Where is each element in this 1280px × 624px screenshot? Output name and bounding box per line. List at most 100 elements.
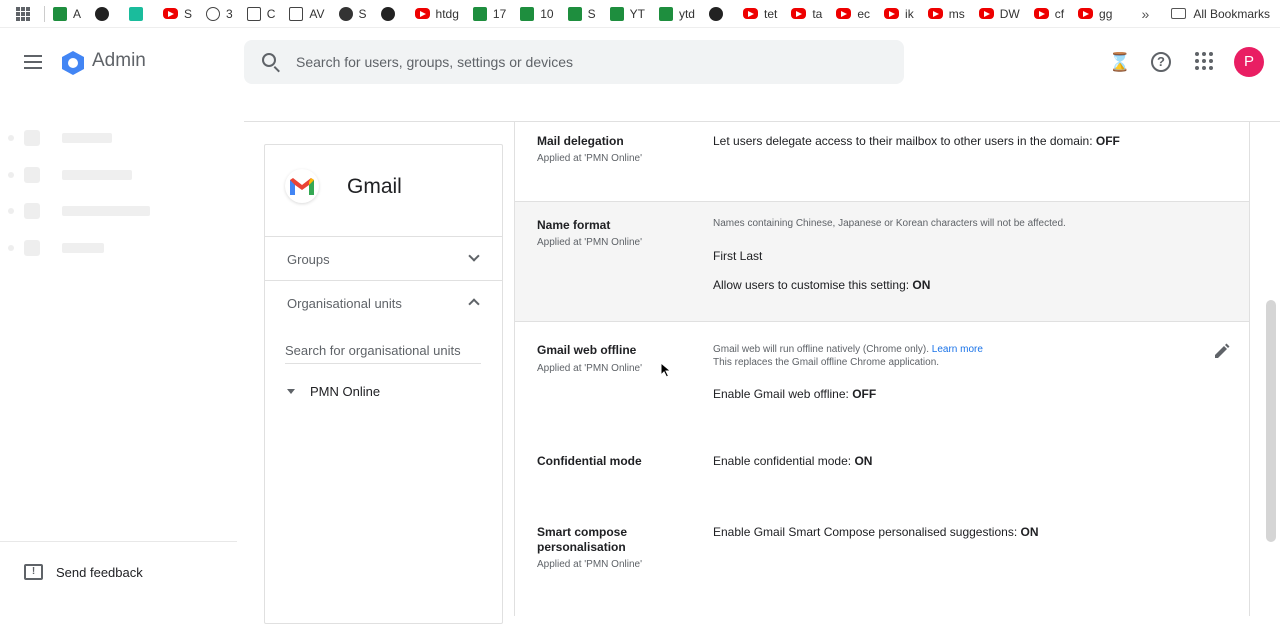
pin-icon bbox=[708, 6, 723, 21]
bookmark-label: S bbox=[358, 6, 367, 21]
hourglass-icon[interactable]: ⌛ bbox=[1108, 50, 1132, 74]
bookmark-label: htdg bbox=[435, 6, 459, 21]
admin-logo-icon[interactable] bbox=[60, 50, 86, 76]
groups-accordion[interactable]: Groups bbox=[265, 237, 502, 281]
feedback-icon: ! bbox=[24, 564, 43, 580]
search-icon[interactable] bbox=[262, 53, 276, 67]
all-bookmarks-button[interactable]: All Bookmarks bbox=[1171, 7, 1270, 21]
bookmark-item[interactable]: A bbox=[53, 6, 81, 21]
setting-row-smart-compose[interactable]: Smart compose personalisation Applied at … bbox=[515, 512, 1249, 616]
youtube-icon bbox=[163, 8, 179, 19]
sheets-icon bbox=[472, 6, 487, 21]
chevron-up-icon[interactable] bbox=[468, 298, 480, 310]
bookmark-item[interactable]: 10 bbox=[520, 6, 554, 21]
setting-state: ON bbox=[912, 278, 931, 292]
youtube-icon bbox=[414, 8, 430, 19]
setting-title: Name format bbox=[537, 218, 611, 232]
youtube-icon bbox=[742, 8, 758, 19]
bookmark-item[interactable]: YT bbox=[609, 6, 645, 21]
bookmarks-overflow-icon[interactable]: » bbox=[1142, 6, 1150, 22]
org-unit-search-input[interactable]: Search for organisational units bbox=[285, 343, 481, 364]
sheets-icon bbox=[567, 6, 582, 21]
setting-state: ON bbox=[854, 454, 873, 468]
setting-value: Enable Gmail Smart Compose personalised … bbox=[713, 525, 1039, 539]
bookmark-item[interactable] bbox=[129, 6, 149, 21]
bookmark-item[interactable]: cf bbox=[1033, 7, 1064, 21]
youtube-icon bbox=[1078, 8, 1094, 19]
bookmarks-list: A S 3 C AV Shtdg 17 10 S YT ytd tet ta ec ik ms DW cf gg bbox=[53, 6, 1126, 21]
org-unit-tree-item[interactable]: PMN Online bbox=[287, 384, 380, 399]
bookmark-item[interactable]: 17 bbox=[472, 6, 507, 21]
bookmark-item[interactable] bbox=[95, 6, 115, 21]
setting-applied-at: Applied at 'PMN Online' bbox=[537, 559, 642, 570]
sheets-icon bbox=[658, 6, 673, 21]
expand-arrow-icon[interactable] bbox=[287, 389, 295, 394]
nav-placeholder-row bbox=[8, 203, 150, 219]
google-apps-icon[interactable] bbox=[1195, 52, 1213, 70]
page-scrollbar[interactable] bbox=[1266, 300, 1276, 542]
gmail-logo-icon bbox=[285, 169, 319, 203]
setting-note: Gmail web will run offline natively (Chr… bbox=[713, 344, 983, 368]
bookmark-label: ec bbox=[857, 6, 871, 21]
bookmark-item[interactable]: ik bbox=[884, 7, 914, 21]
bookmark-item[interactable] bbox=[708, 6, 729, 21]
setting-row-name-format[interactable]: Name format Applied at 'PMN Online' Name… bbox=[515, 202, 1249, 322]
bookmark-item[interactable] bbox=[380, 6, 401, 21]
sheets-icon bbox=[520, 6, 535, 21]
openai-icon bbox=[206, 6, 221, 21]
bookmark-item[interactable]: ec bbox=[836, 7, 870, 21]
setting-applied-at: Applied at 'PMN Online' bbox=[537, 153, 642, 164]
github-icon bbox=[380, 6, 395, 21]
setting-value: Enable Gmail web offline: OFF bbox=[713, 387, 877, 401]
all-bookmarks-label: All Bookmarks bbox=[1193, 6, 1270, 21]
sidebar-divider bbox=[0, 541, 237, 542]
org-units-label: Organisational units bbox=[287, 296, 402, 311]
bookmark-label: gg bbox=[1099, 6, 1113, 21]
apps-grid-icon[interactable] bbox=[16, 6, 30, 21]
setting-title: Gmail web offline bbox=[537, 343, 637, 357]
bookmarks-bar: A S 3 C AV Shtdg 17 10 S YT ytd tet ta ec ik ms DW cf gg »… bbox=[0, 0, 1280, 28]
bookmark-item[interactable]: S bbox=[163, 7, 192, 21]
setting-row-confidential-mode[interactable]: Confidential mode Enable confidential mo… bbox=[515, 434, 1249, 512]
bookmark-item[interactable]: tet bbox=[742, 7, 777, 21]
org-units-accordion[interactable]: Organisational units bbox=[265, 281, 502, 325]
bookmark-item[interactable]: S bbox=[338, 6, 367, 21]
chevron-down-icon[interactable] bbox=[468, 250, 480, 262]
bookmarks-separator bbox=[44, 5, 45, 22]
bookmark-item[interactable]: DW bbox=[978, 7, 1020, 21]
bookmark-item[interactable]: ytd bbox=[658, 6, 695, 21]
globe-icon bbox=[338, 6, 353, 21]
youtube-icon bbox=[978, 8, 994, 19]
bookmark-label: 10 bbox=[540, 6, 554, 21]
folder-icon bbox=[1171, 8, 1187, 19]
bookmark-label: 17 bbox=[492, 6, 507, 21]
main-menu-icon[interactable] bbox=[24, 55, 42, 69]
youtube-icon bbox=[791, 8, 807, 19]
bookmark-item[interactable]: C bbox=[246, 6, 276, 21]
bookmark-item[interactable]: ms bbox=[927, 7, 965, 21]
app-title: Gmail bbox=[347, 175, 402, 198]
bookmark-item[interactable]: S bbox=[567, 6, 596, 21]
nav-placeholder-row bbox=[8, 167, 132, 183]
bookmark-label: ta bbox=[812, 6, 823, 21]
search-input[interactable] bbox=[296, 40, 886, 84]
setting-note: Names containing Chinese, Japanese or Ko… bbox=[713, 218, 1066, 229]
bookmark-item[interactable]: AV bbox=[289, 6, 325, 21]
setting-row-gmail-web-offline[interactable]: Gmail web offline Applied at 'PMN Online… bbox=[515, 322, 1249, 434]
global-search-box[interactable] bbox=[244, 40, 904, 84]
avatar[interactable]: P bbox=[1234, 47, 1264, 77]
trend-icon bbox=[289, 6, 304, 21]
bookmark-item[interactable]: 3 bbox=[206, 6, 233, 21]
bookmark-item[interactable]: ta bbox=[791, 7, 822, 21]
bookmark-item[interactable]: htdg bbox=[414, 6, 459, 21]
help-icon[interactable]: ? bbox=[1151, 52, 1171, 72]
bookmark-item[interactable]: gg bbox=[1078, 7, 1112, 21]
setting-row-mail-delegation[interactable]: Mail delegation Applied at 'PMN Online' … bbox=[515, 122, 1249, 202]
send-feedback-button[interactable]: ! Send feedback bbox=[24, 564, 143, 580]
bookmark-label: AV bbox=[309, 6, 325, 21]
brand-title[interactable]: Admin bbox=[92, 50, 146, 72]
learn-more-link[interactable]: Learn more bbox=[932, 344, 983, 355]
edit-pencil-icon[interactable] bbox=[1213, 342, 1231, 360]
bookmark-label: C bbox=[266, 6, 276, 21]
youtube-icon bbox=[927, 8, 943, 19]
